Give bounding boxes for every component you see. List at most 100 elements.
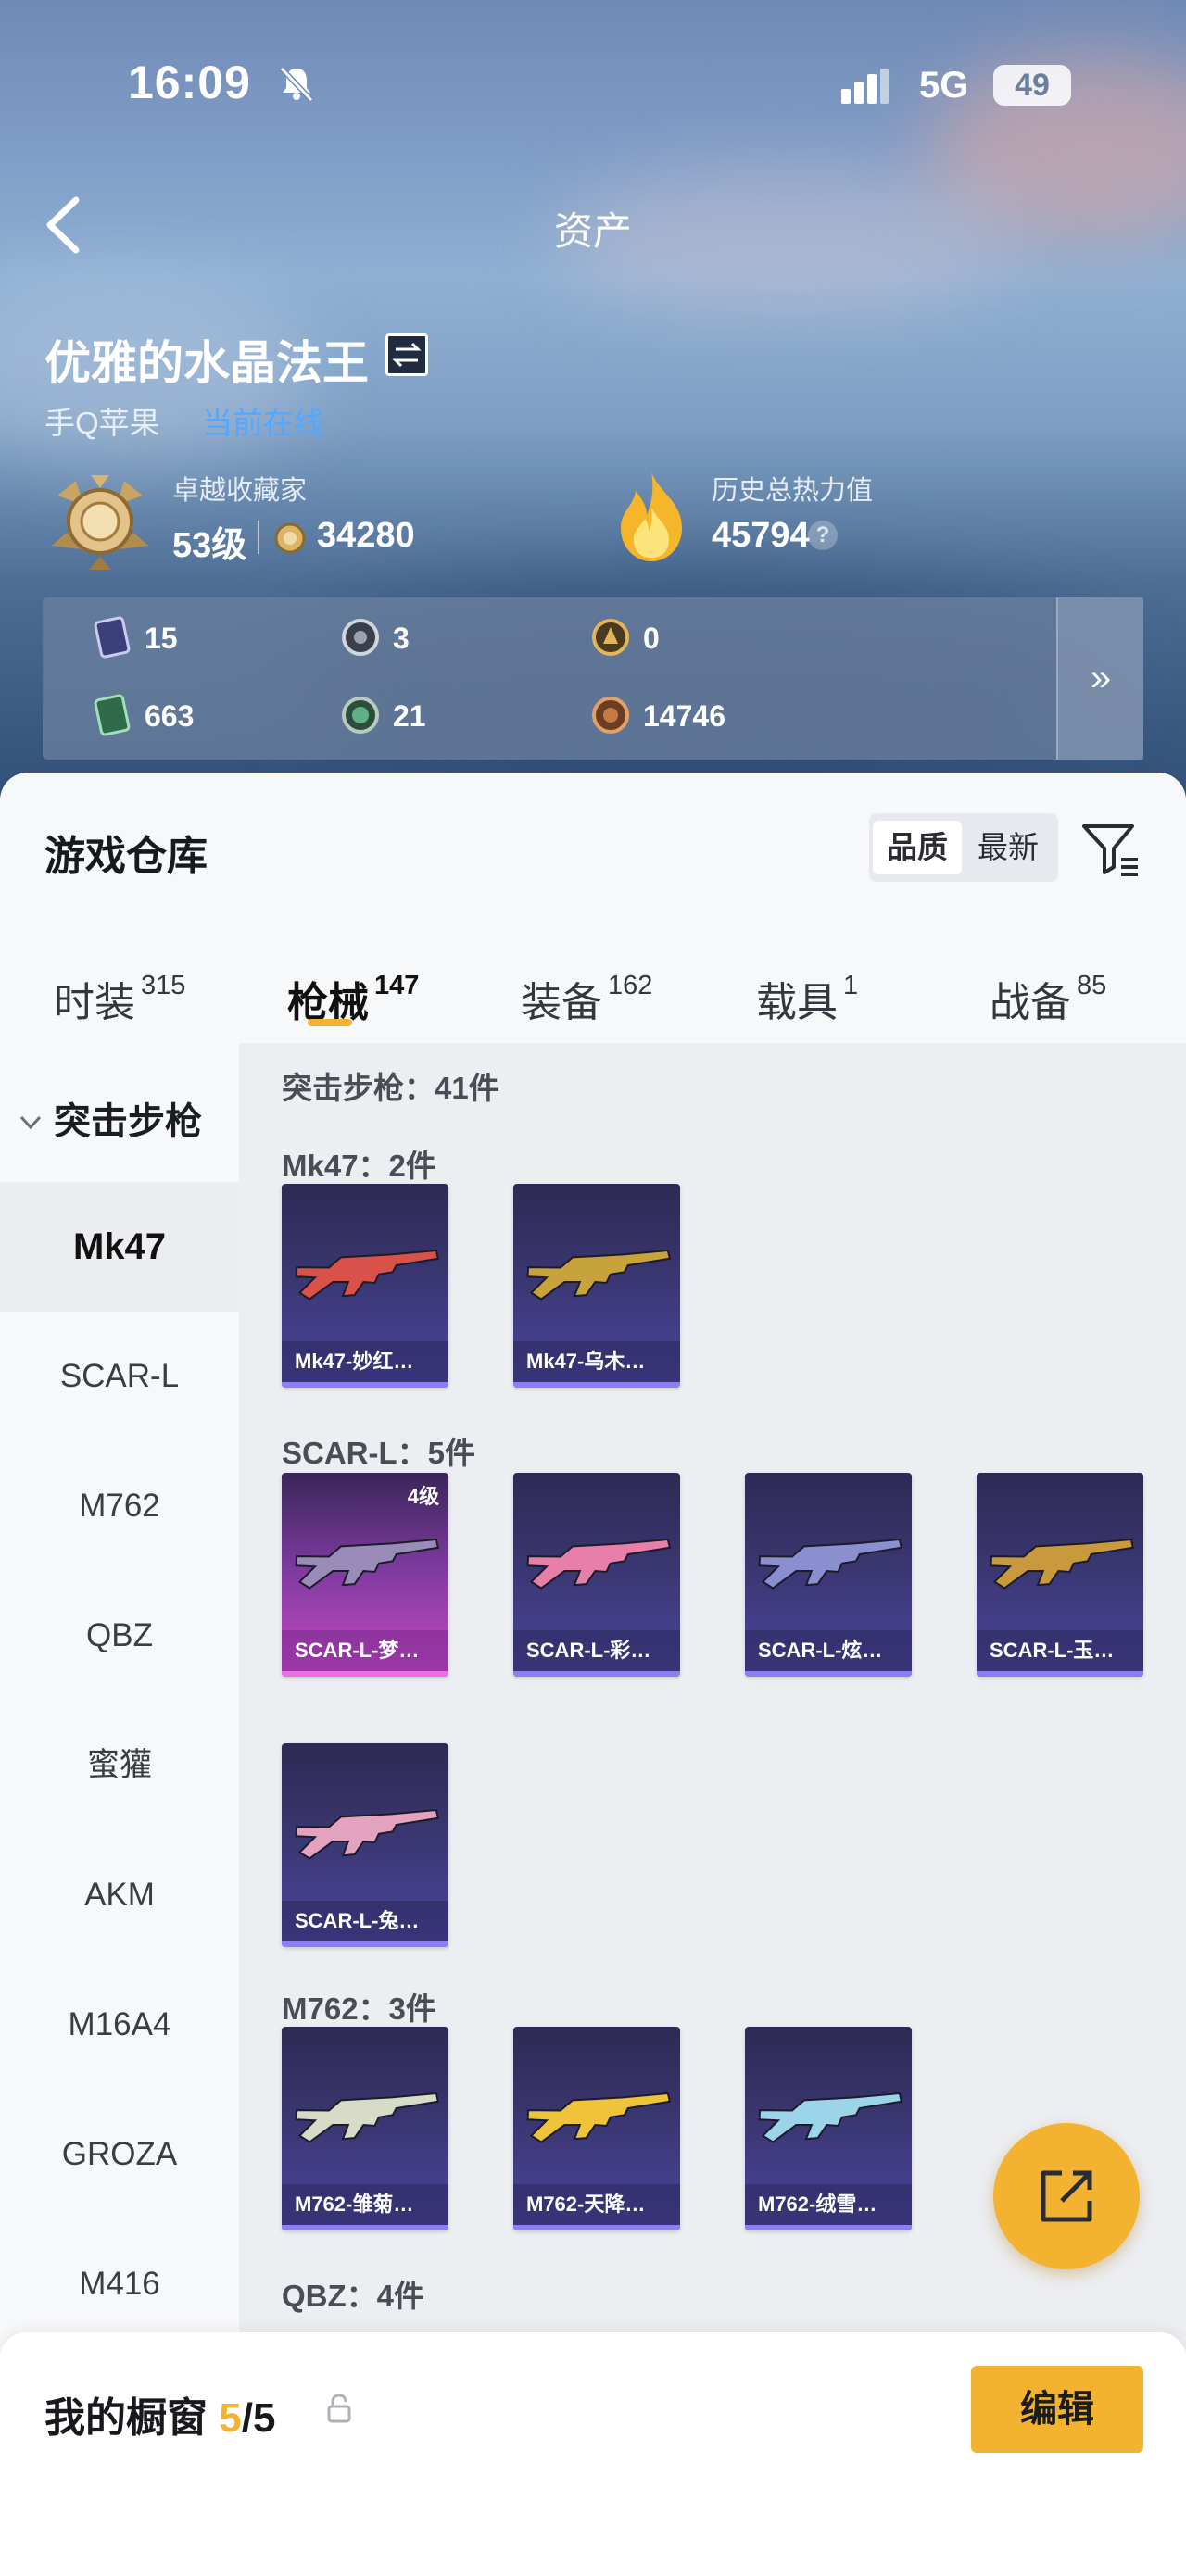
bronze-coin-icon	[592, 697, 629, 734]
rarity-stripe	[282, 1941, 448, 1947]
rifle-skin-image	[758, 2092, 902, 2143]
sidebar-item-m416[interactable]: M416	[0, 2219, 239, 2349]
silent-bell-icon	[279, 66, 314, 103]
category-tabs: 时装 315 枪械 147 装备 162 载具 1 战备 85	[0, 921, 1186, 1041]
flame-icon	[621, 472, 682, 561]
rarity-stripe	[282, 1671, 448, 1677]
rifle-skin-image	[526, 1538, 671, 1590]
collector-medal-icon	[52, 475, 148, 570]
card-icon	[94, 616, 131, 659]
platform-label: 手Q苹果	[44, 406, 160, 440]
edit-showcase-button[interactable]: 编辑	[971, 2366, 1143, 2453]
rarity-stripe	[977, 1671, 1143, 1677]
rifle-skin-image	[295, 2092, 439, 2143]
warehouse-title: 游戏仓库	[44, 834, 208, 879]
rarity-stripe	[513, 2225, 680, 2230]
weapon-name: M762-天降…	[513, 2184, 680, 2225]
resources-more-button[interactable]: »	[1056, 597, 1143, 760]
green-card-icon	[94, 694, 131, 736]
battery-indicator: 49	[993, 65, 1071, 106]
rifle-skin-image	[758, 1538, 902, 1590]
weapon-name: M762-绒雪…	[745, 2184, 912, 2225]
green-orb-icon	[342, 697, 379, 734]
divider	[258, 521, 259, 554]
silver-token-icon	[342, 619, 379, 656]
weapon-name: SCAR-L-彩…	[513, 1630, 680, 1671]
switch-account-icon[interactable]	[385, 333, 428, 376]
status-bar: 16:09 5G 49	[0, 0, 1186, 176]
external-link-icon	[1041, 2170, 1092, 2222]
sidebar-item-m16a4[interactable]: M16A4	[0, 1960, 239, 2090]
collector-points: 34280	[317, 516, 415, 555]
weapon-sidebar: 突击步枪 Mk47 SCAR-L M762 QBZ 蜜獾 AKM M16A4 G…	[0, 1043, 239, 2349]
rarity-stripe	[282, 1382, 448, 1388]
rarity-stripe	[745, 1671, 912, 1677]
sidebar-item-scar-l[interactable]: SCAR-L	[0, 1312, 239, 1441]
rarity-stripe	[513, 1671, 680, 1677]
heat-label: 历史总热力值	[712, 476, 874, 506]
rifle-skin-image	[295, 1808, 439, 1860]
section-heading: Mk47：2件	[282, 1149, 436, 1183]
category-summary: 突击步枪：41件	[282, 1071, 499, 1105]
heat-value: 45794	[712, 516, 810, 555]
help-icon[interactable]: ?	[808, 521, 838, 550]
collector-coin-icon	[274, 522, 306, 554]
showcase-total: /5	[241, 2395, 276, 2441]
collector-level: 53级	[172, 526, 247, 565]
rifle-skin-image	[526, 2092, 671, 2143]
warehouse-sheet: 游戏仓库 品质 最新 时装 315 枪械 147 装备 162 载具 1 战备 85 突击…	[0, 773, 1186, 2576]
weapon-name: SCAR-L-梦…	[282, 1630, 448, 1671]
sidebar-item-groza[interactable]: GROZA	[0, 2090, 239, 2219]
sort-by-quality[interactable]: 品质	[873, 821, 962, 874]
weapon-card[interactable]: SCAR-L-炫…	[745, 1473, 912, 1677]
rifle-skin-image	[295, 1249, 439, 1301]
weapon-name: M762-雏菊…	[282, 2184, 448, 2225]
sidebar-group-assault-rifles[interactable]: 突击步枪	[0, 1043, 239, 1182]
weapon-card[interactable]: SCAR-L-兔…	[282, 1743, 448, 1947]
clock: 16:09	[128, 57, 251, 108]
section-heading: SCAR-L：5件	[282, 1436, 476, 1470]
share-export-button[interactable]	[993, 2123, 1140, 2269]
sidebar-item-mk47[interactable]: Mk47	[0, 1182, 239, 1312]
rarity-stripe	[282, 2225, 448, 2230]
weapon-card[interactable]: 4级 SCAR-L-梦…	[282, 1473, 448, 1677]
network-type: 5G	[919, 65, 969, 106]
weapon-card[interactable]: M762-绒雪…	[745, 2027, 912, 2230]
page-title: 资产	[553, 209, 632, 253]
filter-icon[interactable]	[1080, 819, 1140, 878]
sort-toggle: 品质 最新	[869, 813, 1058, 882]
active-tab-underline	[308, 1019, 352, 1026]
weapon-name: SCAR-L-兔…	[282, 1901, 448, 1941]
section-heading: M762：3件	[282, 1992, 436, 2026]
player-name: 优雅的水晶法王	[44, 337, 369, 389]
weapon-card[interactable]: M762-天降…	[513, 2027, 680, 2230]
rarity-stripe	[513, 1382, 680, 1388]
weapon-card[interactable]: Mk47-乌木…	[513, 1184, 680, 1388]
resource-panel: 15 3 0 663 21 14746 »	[43, 597, 1143, 760]
rifle-skin-image	[990, 1538, 1134, 1590]
weapon-name: SCAR-L-玉…	[977, 1630, 1143, 1671]
rifle-skin-image	[295, 1538, 439, 1590]
online-status: 当前在线	[202, 406, 324, 440]
rifle-skin-image	[526, 1249, 671, 1301]
weapon-name: Mk47-乌木…	[513, 1341, 680, 1382]
sidebar-item-m762[interactable]: M762	[0, 1441, 239, 1571]
weapon-card[interactable]: SCAR-L-玉…	[977, 1473, 1143, 1677]
weapon-card[interactable]: M762-雏菊…	[282, 2027, 448, 2230]
sidebar-item-akm[interactable]: AKM	[0, 1830, 239, 1960]
signal-icon	[841, 69, 890, 104]
sort-by-newest[interactable]: 最新	[964, 821, 1053, 874]
lock-icon	[327, 2394, 351, 2423]
showcase-count: 5	[219, 2395, 242, 2441]
weapon-name: SCAR-L-炫…	[745, 1630, 912, 1671]
weapon-card[interactable]: SCAR-L-彩…	[513, 1473, 680, 1677]
showcase-bar: 我的橱窗 5/5 编辑	[0, 2332, 1186, 2576]
sidebar-item-honey-badger[interactable]: 蜜獾	[0, 1701, 239, 1830]
weapon-name: Mk47-妙红…	[282, 1341, 448, 1382]
gold-token-icon	[592, 619, 629, 656]
showcase-title: 我的橱窗 5/5	[44, 2395, 276, 2441]
sidebar-item-qbz[interactable]: QBZ	[0, 1571, 239, 1701]
weapon-card[interactable]: Mk47-妙红…	[282, 1184, 448, 1388]
section-heading: QBZ：4件	[282, 2279, 425, 2313]
weapon-level: 4级	[407, 1485, 439, 1508]
